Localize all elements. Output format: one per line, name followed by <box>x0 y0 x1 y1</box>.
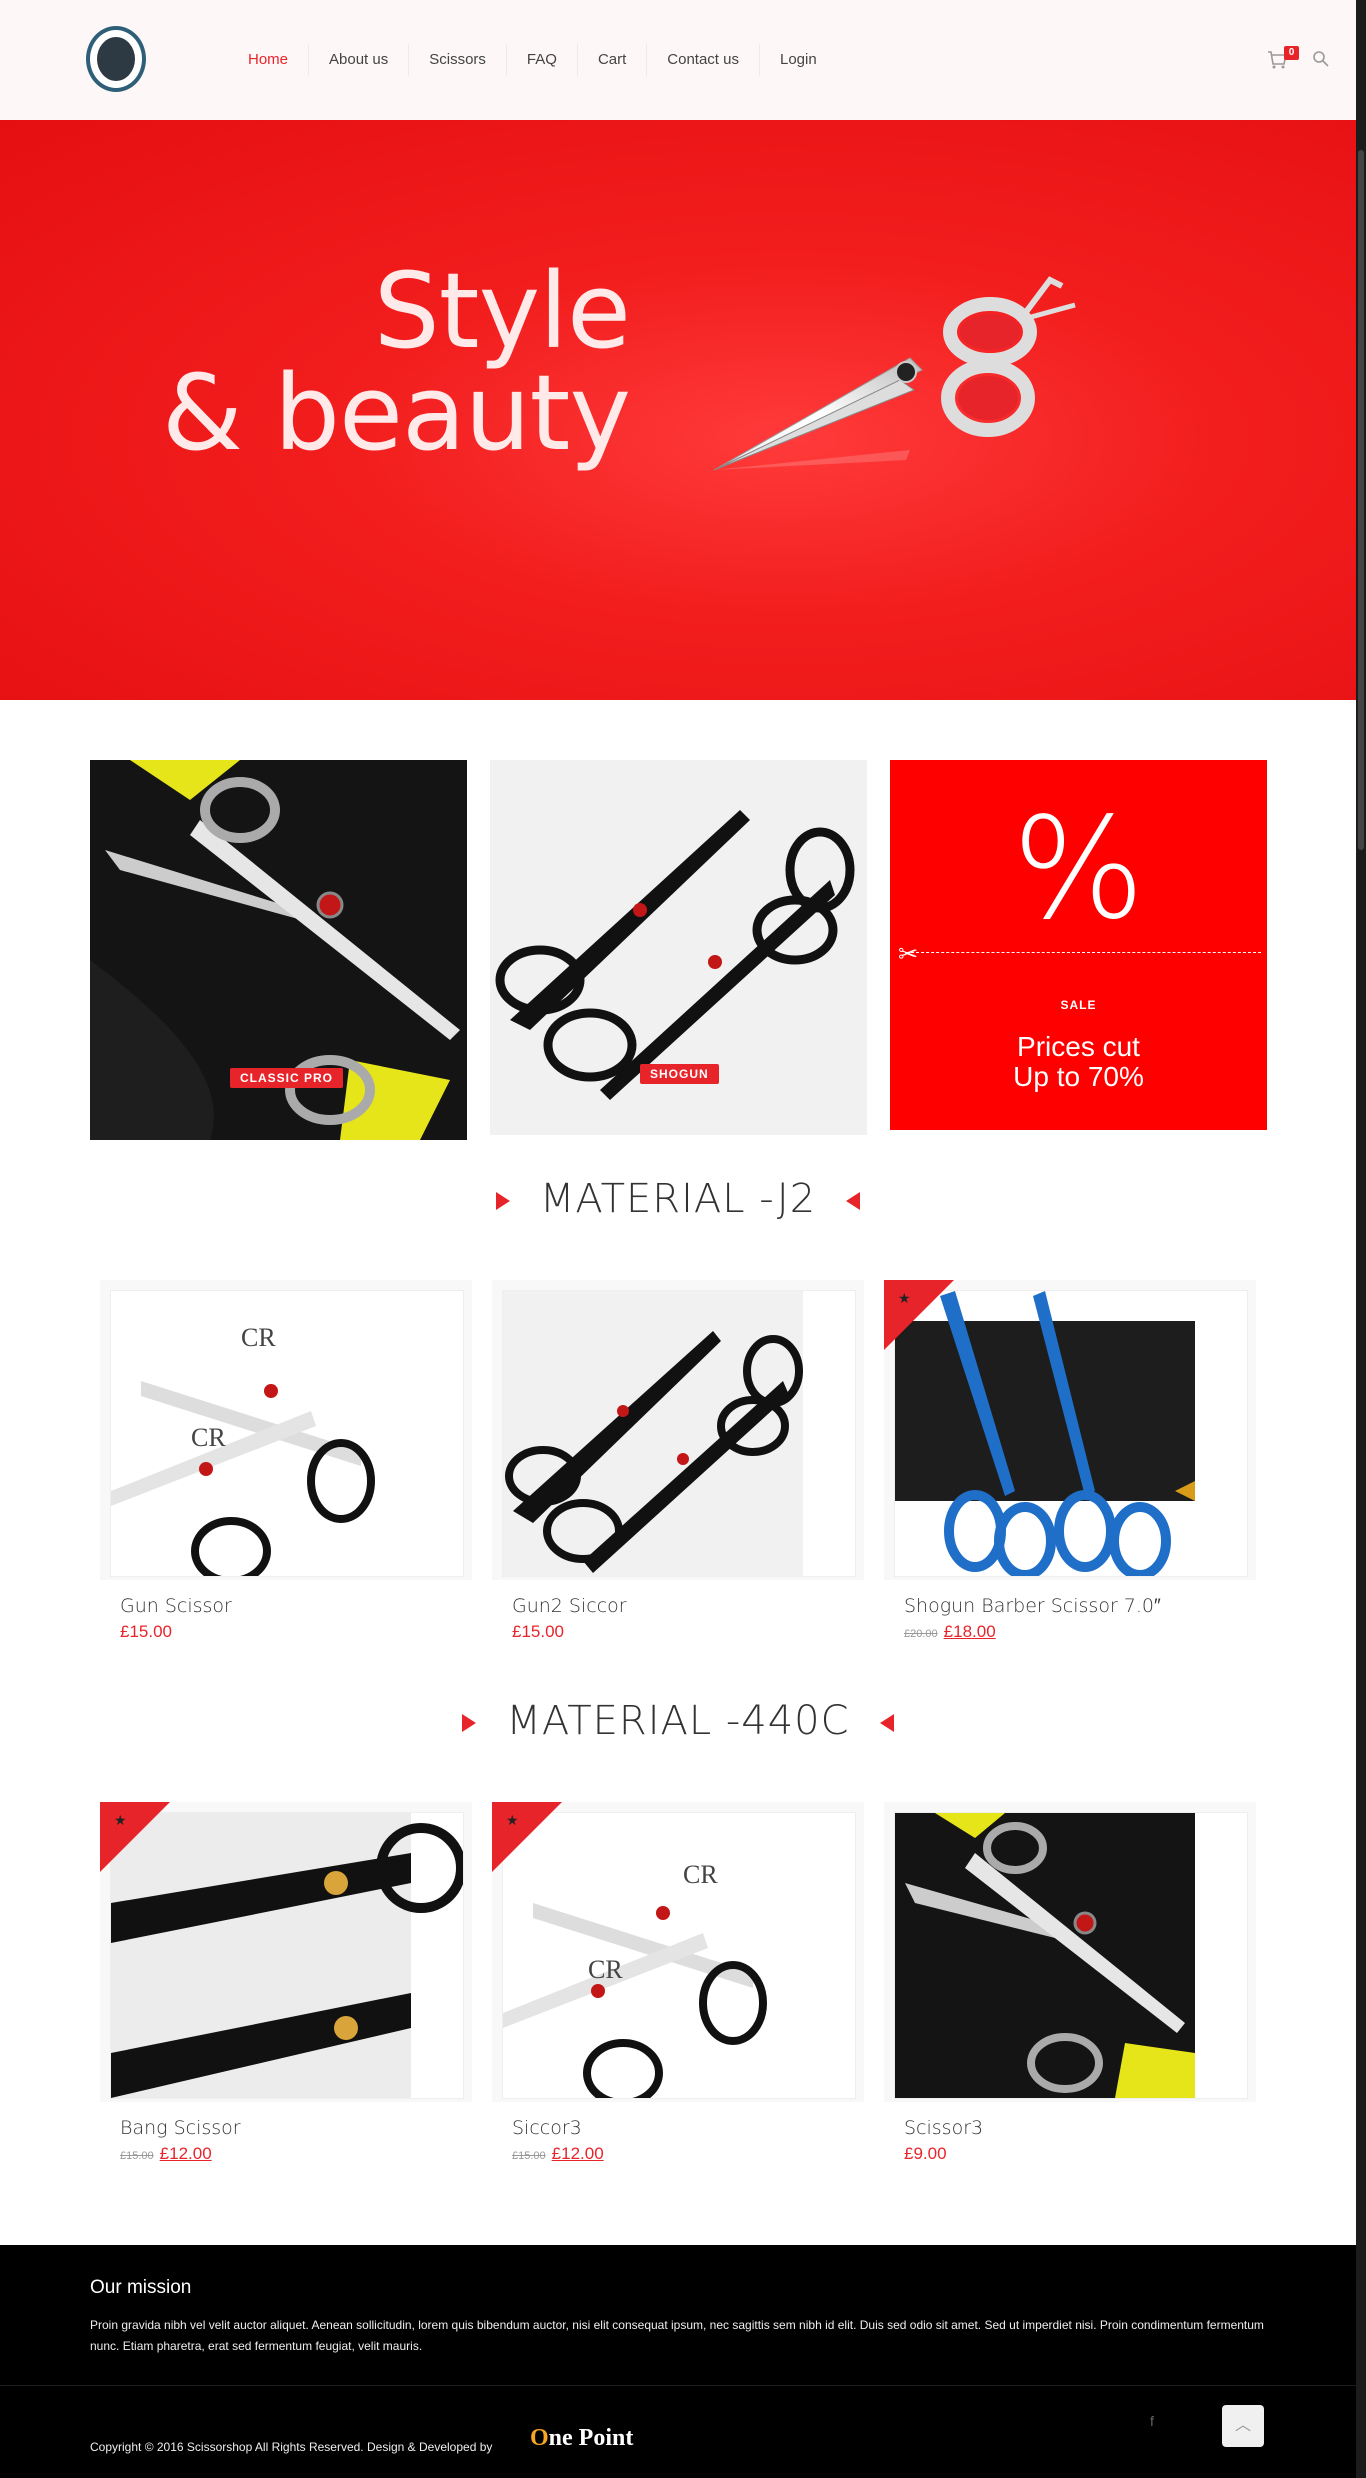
nav-cart[interactable]: Cart <box>576 44 646 76</box>
product-price: £9.00 <box>904 2144 947 2163</box>
copyright-text: Copyright © 2016 Scissorshop All Rights … <box>90 2440 493 2454</box>
product-price: £15.00 <box>512 1622 564 1641</box>
product-card[interactable]: Scissor3 £9.00 <box>884 1802 1256 2163</box>
shogun-label: SHOGUN <box>640 1064 719 1084</box>
star-icon: ★ <box>114 1812 127 1828</box>
promo-shogun[interactable]: SHOGUN <box>490 760 867 1135</box>
product-name[interactable]: Siccor3 <box>512 2117 582 2139</box>
nav-home[interactable]: Home <box>228 44 308 76</box>
facebook-icon[interactable]: f <box>1150 2413 1154 2429</box>
cart-count-badge: 0 <box>1284 46 1299 60</box>
sale-line-1: Prices cut <box>1017 1031 1140 1062</box>
back-to-top-button[interactable]: ︿ <box>1222 2405 1264 2447</box>
developer-logo-text: ne Point <box>548 2425 634 2451</box>
nav-faq[interactable]: FAQ <box>505 44 577 76</box>
nav-scissors[interactable]: Scissors <box>408 44 506 76</box>
site-logo[interactable] <box>86 26 146 92</box>
product-name[interactable]: Scissor3 <box>904 2117 983 2139</box>
product-name[interactable]: Bang Scissor <box>120 2117 241 2139</box>
star-icon: ★ <box>506 1812 519 1828</box>
footer-mission-text: Proin gravida nibh vel velit auctor aliq… <box>90 2318 1264 2353</box>
svg-text:CR: CR <box>683 1860 718 1889</box>
main-nav: Home About us Scissors FAQ Cart Contact … <box>228 44 837 76</box>
section-heading-440c: MATERIAL -440C <box>0 1698 1356 1744</box>
sale-small-label: SALE <box>1060 998 1097 1012</box>
svg-text:CR: CR <box>241 1323 276 1352</box>
triangle-right-icon <box>462 1714 477 1732</box>
product-image[interactable] <box>894 1812 1248 2099</box>
product-price: £15.00 £12.00 <box>120 2144 212 2164</box>
product-sale-price: £12.00 <box>159 2144 212 2163</box>
search-icon[interactable] <box>1312 50 1330 68</box>
product-old-price: £15.00 <box>120 2150 154 2162</box>
site-footer: Our mission Proin gravida nibh vel velit… <box>0 2245 1356 2478</box>
nav-contact-us[interactable]: Contact us <box>646 44 759 76</box>
footer-mission-title: Our mission <box>90 2277 192 2298</box>
sale-dashed-line <box>906 952 1261 953</box>
product-sale-price: £12.00 <box>551 2144 604 2163</box>
product-price: £15.00 £12.00 <box>512 2144 604 2164</box>
product-card[interactable]: CR CR ★ Siccor3 £15.00 £12.00 <box>492 1802 864 2163</box>
product-old-price: £20.00 <box>904 1628 938 1640</box>
sale-ribbon <box>884 1280 954 1350</box>
promo-classic-pro[interactable]: CLASSIC PRO <box>90 760 467 1140</box>
product-price: £15.00 <box>120 1622 172 1641</box>
product-name[interactable]: Shogun Barber Scissor 7.0″ <box>904 1595 1161 1618</box>
site-header: Home About us Scissors FAQ Cart Contact … <box>0 0 1356 120</box>
section-heading-j2: MATERIAL -J2 <box>0 1176 1356 1222</box>
triangle-left-icon <box>846 1192 861 1210</box>
triangle-left-icon <box>879 1714 894 1732</box>
product-price: £20.00 £18.00 <box>904 1622 996 1642</box>
sale-ribbon <box>492 1802 562 1872</box>
footer-divider <box>0 2385 1356 2386</box>
nav-login[interactable]: Login <box>759 44 837 76</box>
hero-title: Style & beauty <box>160 250 631 474</box>
hero-line-2: & beauty <box>161 352 631 474</box>
product-old-price: £15.00 <box>512 2150 546 2162</box>
product-card[interactable]: ★ Bang Scissor £15.00 £12.00 <box>100 1802 472 2163</box>
svg-text:CR: CR <box>588 1955 623 1984</box>
classic-pro-label: CLASSIC PRO <box>230 1068 344 1088</box>
promo-sale[interactable]: % ✂ SALE Prices cut Up to 70% <box>890 760 1267 1130</box>
sale-percent-symbol: % <box>1011 788 1146 951</box>
product-name[interactable]: Gun2 Siccor <box>512 1595 627 1617</box>
product-card[interactable]: Gun2 Siccor £15.00 <box>492 1280 864 1641</box>
developer-logo-o: O <box>530 2425 549 2451</box>
hero-scissor-image <box>713 276 1076 471</box>
sale-ribbon <box>100 1802 170 1872</box>
section-title-j2: MATERIAL -J2 <box>539 1176 817 1222</box>
product-name[interactable]: Gun Scissor <box>120 1595 232 1617</box>
product-sale-price: £18.00 <box>943 1622 996 1641</box>
svg-text:CR: CR <box>191 1423 226 1452</box>
product-image[interactable]: CR CR <box>110 1290 464 1577</box>
hero-banner: Style & beauty <box>0 120 1356 700</box>
sale-line-2: Up to 70% <box>1013 1061 1144 1092</box>
hero-line-1: Style <box>373 250 631 372</box>
product-image[interactable] <box>502 1290 856 1577</box>
developer-logo[interactable]: One Point <box>530 2425 633 2452</box>
logo-emblem <box>97 37 135 81</box>
product-card[interactable]: ★ Shogun Barber Scissor 7.0″ £20.00 £18.0… <box>884 1280 1256 1641</box>
chevron-up-icon: ︿ <box>1234 2417 1251 2434</box>
section-title-440c: MATERIAL -440C <box>506 1698 850 1744</box>
nav-about-us[interactable]: About us <box>308 44 408 76</box>
triangle-right-icon <box>495 1192 510 1210</box>
product-card[interactable]: CR CR Gun Scissor £15.00 <box>100 1280 472 1641</box>
sale-headline: Prices cut Up to 70% <box>890 1032 1267 1092</box>
star-icon: ★ <box>898 1290 911 1306</box>
scrollbar-thumb[interactable] <box>1358 150 1364 850</box>
scissor-icon: ✂ <box>898 941 919 968</box>
